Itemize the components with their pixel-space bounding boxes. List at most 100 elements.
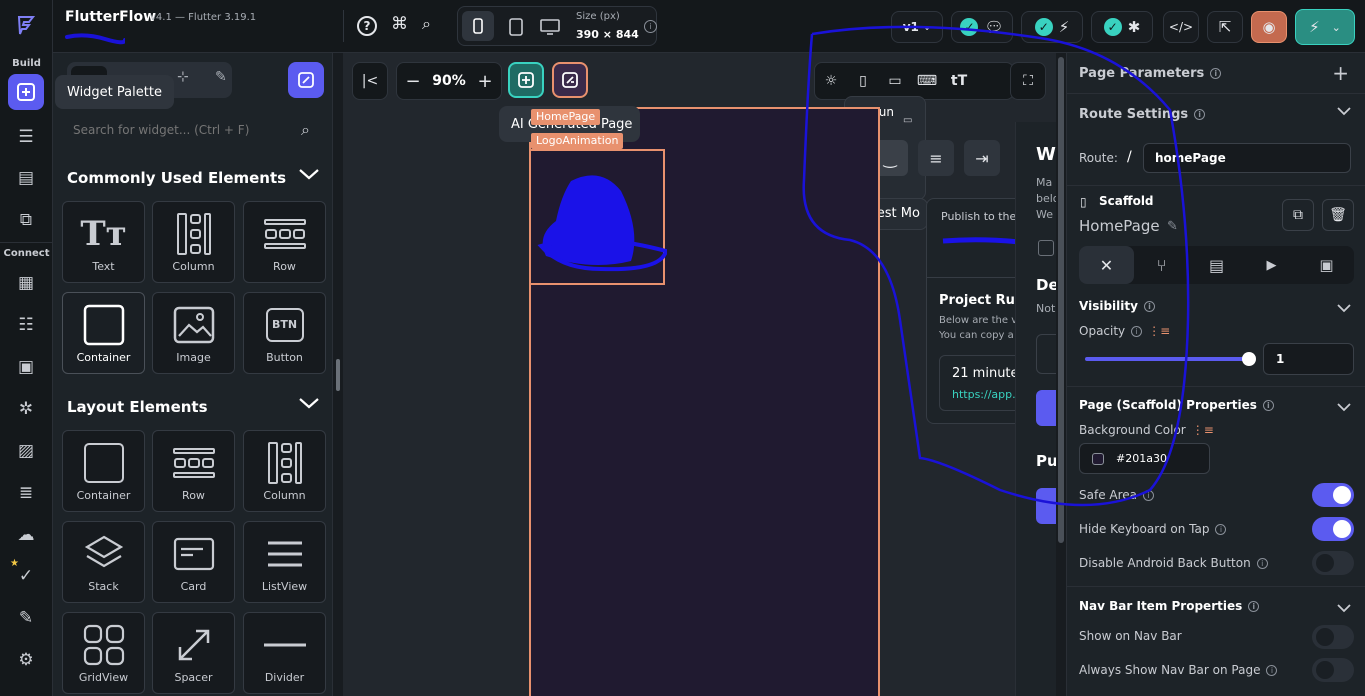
desktop-device-icon[interactable] [536,13,564,41]
tab-figma[interactable]: ✎ [215,69,227,85]
panel-resize-divider[interactable] [333,53,343,696]
tree-view-button[interactable]: ⛶ [1010,62,1046,100]
scrollbar-thumb[interactable] [1058,57,1064,543]
collapse-panel-button[interactable]: |< [352,62,388,100]
chevron-down-icon[interactable] [298,396,320,414]
widget-tile-text[interactable]: Tт Text [62,201,145,283]
widget-tile-row[interactable]: Row [243,201,326,283]
ai-page-button[interactable] [552,62,588,98]
canvas-scrollbar[interactable] [1056,53,1066,696]
add-page-button[interactable] [508,62,544,98]
code-view-button[interactable]: </> [1163,11,1199,43]
size-info-icon[interactable]: i [638,19,657,33]
hide-keyboard-toggle[interactable] [1312,517,1354,541]
resize-handle[interactable] [336,359,340,391]
indent-button[interactable]: ⇥ [964,140,1000,176]
help-icon[interactable]: ? [357,16,377,36]
widget-tile-row[interactable]: Row [152,430,235,512]
widget-search-input[interactable] [61,113,301,147]
flutterflow-logo-icon[interactable] [13,12,39,38]
search-icon[interactable]: ⌕ [301,120,310,140]
storyboard-icon[interactable]: ▤ [13,165,39,191]
share-button[interactable]: ⇱ [1207,11,1243,43]
slider-thumb[interactable] [1242,352,1256,366]
always-navbar-toggle[interactable] [1312,658,1354,682]
debug-button[interactable]: ✓ ✱ [1091,11,1153,43]
safe-area-toggle[interactable] [1312,483,1354,507]
tab-backend[interactable]: ▣ [1299,246,1354,284]
chevron-down-icon[interactable] [1337,302,1351,316]
modal-checkbox[interactable] [1038,240,1054,256]
mobile-device-icon[interactable] [462,11,494,41]
duplicate-page-button[interactable]: ⧉ [1282,199,1314,231]
run-chevron-down-icon[interactable]: ⌄ [1332,21,1341,34]
tab-properties[interactable]: ✕ [1079,246,1134,284]
preview-button[interactable]: ◉ [1251,11,1287,43]
widget-tile-spacer[interactable]: Spacer [152,612,235,694]
chevron-down-icon[interactable] [1337,602,1351,616]
widget-tile-card[interactable]: Card [152,521,235,603]
widget-tile-button[interactable]: BTN Button [243,292,326,374]
chevron-down-icon[interactable] [1337,401,1351,415]
widget-palette-icon[interactable] [8,74,44,110]
keyboard-icon[interactable]: ⌨ [911,65,943,97]
logo-animation-tag[interactable]: LogoAnimation [531,133,624,149]
firestore-icon[interactable]: ▦ [13,270,39,296]
route-input[interactable]: homePage [1143,143,1351,173]
chevron-down-icon[interactable] [298,167,320,185]
widget-search[interactable]: ⌕ [61,113,325,147]
add-parameter-icon[interactable]: + [1332,61,1349,85]
widget-tile-stack[interactable]: Stack [62,521,145,603]
logo-animation-widget[interactable] [529,149,667,285]
tab-animations[interactable]: ▶ [1244,246,1299,284]
app-state-icon[interactable]: ☷ [13,312,39,338]
custom-code-icon[interactable]: ≣ [13,480,39,506]
minus-icon[interactable]: ▭ [903,115,912,126]
widget-tile-column[interactable]: Column [152,201,235,283]
bg-color-picker[interactable]: #201a30 [1079,443,1210,474]
version-dropdown[interactable]: v1 ⌄ [891,11,943,43]
tile-label: ListView [261,579,308,593]
theme-icon[interactable]: ✎ [13,605,39,631]
light-mode-icon[interactable]: ☼ [815,65,847,97]
tab-state[interactable]: ▤ [1189,246,1244,284]
zoom-in-icon[interactable]: + [469,65,501,97]
delete-page-button[interactable]: 🗑︎ [1322,199,1354,231]
app-link[interactable]: https://app.f [952,388,1020,401]
text-scale-icon[interactable]: tT [943,65,975,97]
widget-tile-container[interactable]: Container [62,430,145,512]
tab-actions[interactable]: ⑂ [1134,246,1189,284]
align-center-button[interactable]: ≡ [918,140,954,176]
api-calls-icon[interactable]: ▣ [13,354,39,380]
search-icon[interactable]: ⌕ [422,14,431,34]
widget-tile-column[interactable]: Column [243,430,326,512]
widget-tile-gridview[interactable]: GridView [62,612,145,694]
widget-tile-listview[interactable]: ListView [243,521,326,603]
edit-pencil-icon[interactable]: ✎ [1167,219,1178,234]
widget-tile-container[interactable]: Container [62,292,145,374]
tab-library[interactable]: ⊹ [177,69,189,85]
instant-reload-button[interactable]: ✓ ⚡︎ [1021,11,1083,43]
integrations-icon[interactable]: ✲ [13,396,39,422]
chevron-down-icon[interactable] [1337,105,1351,119]
widget-tile-image[interactable]: Image [152,292,235,374]
opacity-input[interactable]: 1 [1263,343,1354,375]
disable-back-toggle[interactable] [1312,551,1354,575]
settings-gear-icon[interactable]: ⚙ [13,647,39,673]
widget-tile-divider[interactable]: Divider [243,612,326,694]
tablet-device-icon[interactable] [502,13,530,41]
opacity-slider[interactable] [1085,352,1256,366]
device-frame-icon[interactable]: ▭ [879,65,911,97]
components-icon[interactable]: ⧉ [13,207,39,233]
comments-button[interactable]: ✓ 💬︎ [951,11,1013,43]
command-palette-icon[interactable]: ⌘ [391,14,408,34]
zoom-out-icon[interactable]: − [397,65,429,97]
phone-frame-icon[interactable]: ▯ [847,65,879,97]
media-assets-icon[interactable]: ▨ [13,438,39,464]
ai-generate-button[interactable] [288,62,324,98]
run-button[interactable]: ⚡︎ ⌄ [1295,9,1355,45]
homepage-tag[interactable]: HomePage [531,109,601,125]
show-navbar-toggle[interactable] [1312,625,1354,649]
widget-tree-icon[interactable]: ☰ [13,124,39,150]
cloud-functions-icon[interactable]: ☁ [13,522,39,548]
